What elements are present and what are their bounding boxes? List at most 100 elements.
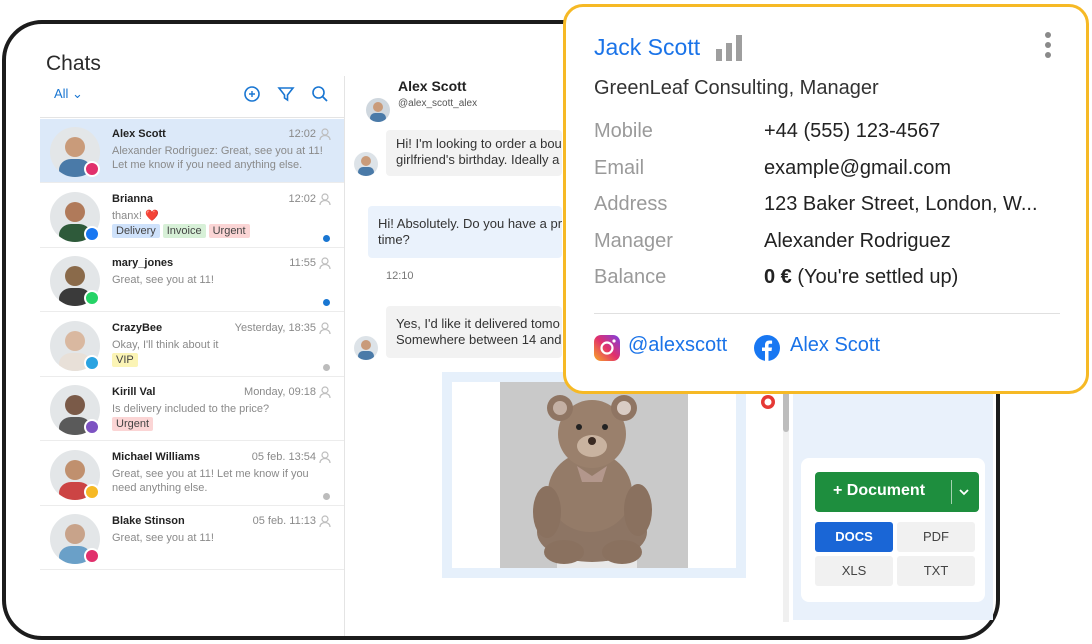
chat-time: 05 feb. 11:13 — [252, 515, 316, 527]
chat-name: Michael Williams — [112, 450, 200, 463]
more-options-icon[interactable] — [1044, 31, 1052, 59]
chat-time: Monday, 09:18 — [244, 386, 316, 398]
teddy-bear-image[interactable] — [452, 382, 736, 568]
tag-urgent[interactable]: Urgent — [208, 223, 250, 238]
signal-strength-icon — [716, 35, 742, 61]
balance-note: (You're settled up) — [791, 266, 959, 288]
balance-label: Balance — [594, 266, 667, 288]
chat-list-item[interactable]: Kirill Val Monday, 09:18 Is delivery inclu… — [40, 377, 344, 441]
email-label: Email — [594, 157, 645, 179]
mobile-label: Mobile — [594, 120, 653, 142]
conversation-contact-name[interactable]: Alex Scott — [398, 78, 466, 94]
facebook-link[interactable]: Alex Scott — [790, 334, 880, 357]
instagram-icon — [84, 548, 100, 564]
manager-value[interactable]: Alexander Rodriguez — [764, 230, 1064, 253]
conversation-scrollbar[interactable] — [783, 372, 789, 622]
address-label: Address — [594, 193, 668, 215]
unread-indicator — [323, 299, 330, 306]
reaction-icon[interactable] — [760, 394, 776, 410]
chat-list-item[interactable]: Brianna 12:02 thanx! ❤️ Delivery Invoice Urge… — [40, 184, 344, 248]
filter-icon[interactable] — [276, 84, 296, 104]
chat-name: Brianna — [112, 192, 153, 205]
assign-agent-icon[interactable] — [318, 321, 332, 335]
chat-tags: Urgent — [112, 417, 154, 431]
mobile-value[interactable]: +44 (555) 123-4567 — [764, 120, 1064, 143]
format-docs-button[interactable]: DOCS — [815, 522, 893, 552]
contact-card: Jack Scott GreenLeaf Consulting, Manager… — [563, 4, 1089, 394]
format-pdf-button[interactable]: PDF — [897, 522, 975, 552]
chat-name: CrazyBee — [112, 321, 163, 334]
chat-time: 12:02 — [288, 128, 316, 140]
tag-urgent[interactable]: Urgent — [112, 417, 154, 431]
message-timestamp: 12:10 — [386, 270, 414, 282]
chat-filter-bar: All ⌄ — [40, 76, 344, 118]
contact-company: GreenLeaf Consulting, Manager — [594, 77, 879, 99]
chat-time: 12:02 — [288, 192, 316, 205]
message-bubble-incoming: Yes, I'd like it delivered tomo Somewher… — [386, 306, 562, 358]
button-divider — [951, 480, 952, 504]
chat-preview: Is delivery included to the price? — [112, 403, 270, 415]
tag-vip[interactable]: VIP — [112, 352, 138, 367]
message-text: Yes, I'd like it delivered tomo — [396, 316, 560, 331]
search-icon[interactable] — [310, 84, 330, 104]
image-message[interactable] — [442, 372, 746, 578]
unread-indicator — [323, 234, 330, 242]
read-indicator — [323, 492, 330, 500]
balance-amount: 0 € — [764, 266, 792, 288]
assign-agent-icon[interactable] — [318, 385, 332, 399]
assign-agent-icon[interactable] — [318, 514, 332, 528]
message-avatar — [354, 336, 378, 360]
panel-divider — [344, 76, 345, 636]
chat-preview: Great, see you at 11! — [112, 274, 214, 286]
chat-time: 05 feb. 13:54 — [251, 450, 316, 463]
chat-time: Yesterday, 18:35 — [234, 321, 316, 334]
message-text: Somewhere between 14 and — [396, 332, 562, 347]
page-title: Chats — [46, 52, 101, 75]
chevron-down-icon[interactable] — [958, 487, 970, 497]
chat-name: Blake Stinson — [112, 515, 185, 527]
format-xls-button[interactable]: XLS — [815, 556, 893, 586]
chat-list-item[interactable]: CrazyBee Yesterday, 18:35 Okay, I'll think… — [40, 313, 344, 377]
contact-name[interactable]: Jack Scott — [594, 34, 700, 61]
message-bubble-outgoing: Hi! Absolutely. Do you have a pr time? — [368, 206, 562, 258]
email-value[interactable]: example@gmail.com — [764, 157, 1064, 180]
chat-name: Kirill Val — [112, 386, 156, 398]
format-txt-button[interactable]: TXT — [897, 556, 975, 586]
chat-preview: Great, see you at 11! — [112, 532, 214, 544]
assign-agent-icon[interactable] — [318, 127, 332, 141]
sidebar-panel: + Document DOCS PDF XLS TXT — [793, 372, 993, 620]
facebook-icon — [754, 335, 780, 361]
chat-list: All ⌄ Alex Scott 12:02 Alexander Rodriguez… — [40, 76, 344, 636]
assign-agent-icon[interactable] — [318, 450, 332, 464]
new-chat-icon[interactable] — [242, 84, 262, 104]
create-document-label: + Document — [833, 482, 926, 499]
tag-invoice[interactable]: Invoice — [162, 223, 206, 238]
chat-preview: Great, see you at 11! Let me know if you… — [112, 467, 309, 494]
chat-list-item[interactable]: Alex Scott 12:02 Alexander Rodriguez: Grea… — [40, 119, 344, 183]
message-text: girlfriend's birthday. Ideally a — [396, 152, 560, 167]
manager-label: Manager — [594, 230, 673, 252]
filter-all-dropdown[interactable]: All ⌄ — [54, 86, 83, 102]
assign-agent-icon[interactable] — [318, 256, 332, 270]
telegram-icon — [84, 354, 100, 371]
chat-list-item[interactable]: Blake Stinson 05 feb. 11:13 Great, see you… — [40, 506, 344, 570]
chat-preview: thanx! ❤️ — [112, 209, 159, 222]
address-value[interactable]: 123 Baker Street, London, W... — [764, 193, 1064, 216]
chat-list-item[interactable]: mary_jones 11:55 Great, see you at 11! — [40, 248, 344, 312]
conversation-avatar — [366, 98, 390, 122]
chat-preview: Alexander Rodriguez: Great, see you at 1… — [112, 145, 323, 171]
instagram-link[interactable]: @alexscott — [628, 334, 727, 357]
facebook-icon — [84, 225, 100, 242]
instagram-icon — [594, 335, 620, 361]
chat-name: mary_jones — [112, 257, 174, 269]
image-frame — [452, 382, 736, 568]
tag-delivery[interactable]: Delivery — [112, 223, 160, 238]
chat-time: 11:55 — [289, 257, 316, 269]
read-indicator — [323, 363, 330, 371]
assign-agent-icon[interactable] — [318, 192, 332, 206]
chat-list-item[interactable]: Michael Williams 05 feb. 13:54 Great, see … — [40, 442, 344, 506]
message-bubble-incoming: Hi! I'm looking to order a bou girlfrien… — [386, 130, 562, 176]
document-panel: + Document DOCS PDF XLS TXT — [801, 458, 985, 602]
create-document-button[interactable]: + Document — [815, 472, 979, 512]
instagram-icon — [84, 161, 100, 177]
